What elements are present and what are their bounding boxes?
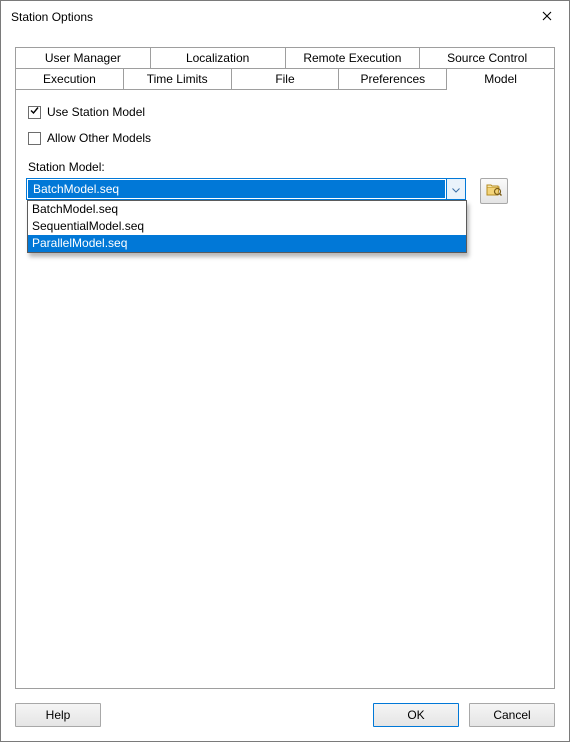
station-model-label: Station Model: [28,160,544,174]
combobox-dropdown-button[interactable] [446,179,465,199]
station-options-dialog: Station Options User Manager Localizatio… [0,0,570,742]
close-button[interactable] [525,1,569,33]
tab-time-limits[interactable]: Time Limits [123,68,232,89]
allow-other-models-checkbox[interactable] [28,132,41,145]
tab-row-1: User Manager Localization Remote Executi… [15,47,555,68]
use-station-model-label: Use Station Model [47,105,145,119]
tab-row-2: Execution Time Limits File Preferences M… [15,68,555,89]
station-model-dropdown[interactable]: BatchModel.seq SequentialModel.seq Paral… [27,200,467,253]
titlebar: Station Options [1,1,569,33]
tab-remote-execution[interactable]: Remote Execution [285,47,421,68]
tab-user-manager[interactable]: User Manager [15,47,151,68]
window-title: Station Options [11,10,525,24]
allow-other-models-row: Allow Other Models [28,128,544,148]
cancel-button[interactable]: Cancel [469,703,555,727]
ok-button[interactable]: OK [373,703,459,727]
station-model-option[interactable]: SequentialModel.seq [28,218,466,235]
tab-headers: User Manager Localization Remote Executi… [15,47,555,89]
use-station-model-row: Use Station Model [28,102,544,122]
tab-source-control[interactable]: Source Control [419,47,555,68]
close-icon [542,10,552,24]
use-station-model-checkbox[interactable] [28,106,41,119]
tab-execution[interactable]: Execution [15,68,124,89]
station-model-option[interactable]: ParallelModel.seq [28,235,466,252]
folder-search-icon [486,183,502,200]
chevron-down-icon [452,182,460,196]
tab-localization[interactable]: Localization [150,47,286,68]
dialog-buttons: Help OK Cancel [15,703,555,729]
station-model-row: BatchModel.seq BatchModel.seq Sequential… [26,178,544,204]
client-area: User Manager Localization Remote Executi… [1,33,569,741]
tab-page-model: Use Station Model Allow Other Models Sta… [15,89,555,689]
tab-preferences[interactable]: Preferences [338,68,447,89]
tab-model[interactable]: Model [446,68,555,89]
station-model-value: BatchModel.seq [28,180,445,198]
tab-file[interactable]: File [231,68,340,89]
tab-control: User Manager Localization Remote Executi… [15,47,555,689]
station-model-combobox[interactable]: BatchModel.seq BatchModel.seq Sequential… [26,178,466,200]
checkmark-icon [29,105,40,119]
station-model-option[interactable]: BatchModel.seq [28,201,466,218]
allow-other-models-label: Allow Other Models [47,131,151,145]
help-button[interactable]: Help [15,703,101,727]
browse-button[interactable] [480,178,508,204]
